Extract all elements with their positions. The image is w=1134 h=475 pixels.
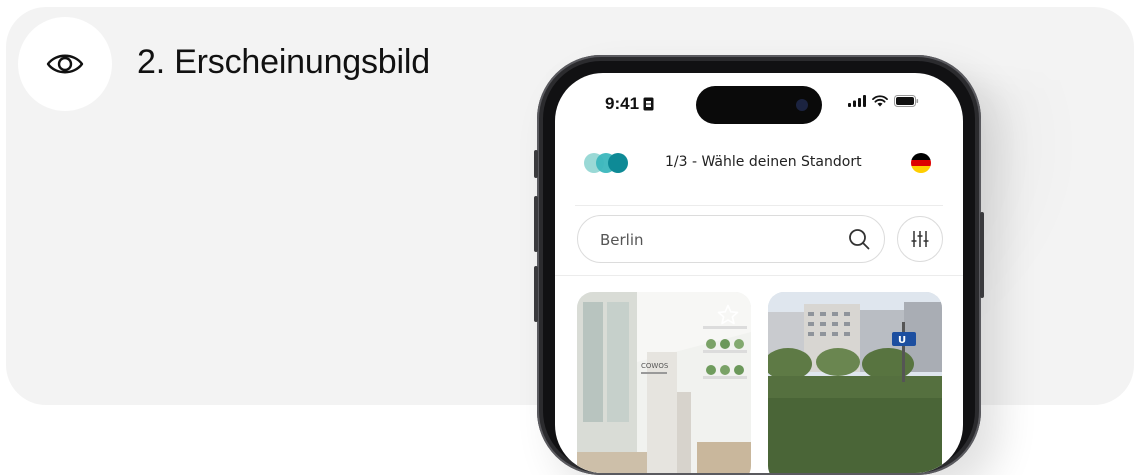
location-card[interactable]: U xyxy=(768,292,942,473)
step-title: 1/3 - Wähle deinen Standort xyxy=(665,154,862,170)
search-input[interactable]: Berlin xyxy=(577,215,885,263)
phone-side-button xyxy=(534,196,538,252)
status-icons xyxy=(848,95,919,107)
eye-icon xyxy=(46,54,84,74)
location-card[interactable]: COWOS xyxy=(577,292,751,473)
wifi-icon xyxy=(872,95,888,107)
status-time-text: 9:41 xyxy=(605,94,640,113)
star-icon[interactable] xyxy=(717,304,739,326)
signal-icon xyxy=(848,95,866,107)
eye-icon-badge xyxy=(18,17,112,111)
flag-stripe-black xyxy=(911,153,931,160)
brand-logo xyxy=(584,153,628,173)
svg-text:COWOS: COWOS xyxy=(641,362,669,370)
section-title: 2. Erscheinungsbild xyxy=(137,43,430,81)
svg-text:U: U xyxy=(898,335,906,346)
sim-card-icon xyxy=(643,97,654,111)
front-camera xyxy=(796,99,808,111)
phone-side-button xyxy=(534,266,538,322)
filter-sliders-icon xyxy=(911,231,929,247)
search-input-value: Berlin xyxy=(600,231,644,249)
search-icon[interactable] xyxy=(848,228,870,250)
phone-screen: 9:41 1/3 - Wähle deinen Standort Berlin … xyxy=(555,73,963,473)
flag-stripe-gold xyxy=(911,166,931,173)
germany-flag-icon[interactable] xyxy=(911,153,931,173)
list-divider xyxy=(555,275,963,276)
phone-side-button xyxy=(534,150,538,178)
status-time: 9:41 xyxy=(605,94,654,114)
app-header: 1/3 - Wähle deinen Standort xyxy=(555,143,963,187)
battery-icon xyxy=(894,95,919,107)
status-bar: 9:41 xyxy=(555,73,963,133)
filter-button[interactable] xyxy=(897,216,943,262)
street-buildings-photo: U xyxy=(768,292,942,473)
phone-side-button xyxy=(980,212,984,298)
dynamic-island xyxy=(696,86,822,124)
flag-stripe-red xyxy=(911,159,931,167)
header-divider xyxy=(575,205,943,206)
